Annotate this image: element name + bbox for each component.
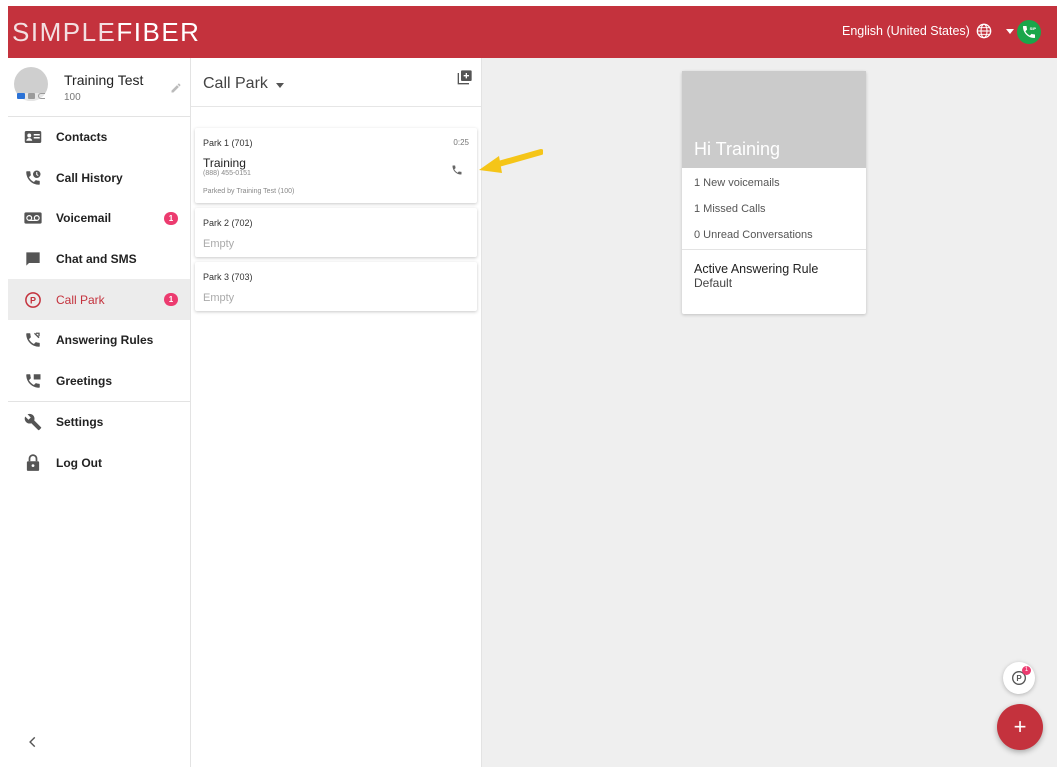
welcome-banner: Hi Training — [682, 71, 866, 168]
phone-presence-icon — [38, 93, 45, 99]
chevron-down-icon — [275, 82, 284, 88]
missed-calls-summary[interactable]: 1 Missed Calls — [682, 196, 866, 222]
app-frame: SIMPLEFIBER English (United States) SIP … — [8, 6, 1057, 767]
sidebar-item-label: Call History — [56, 170, 123, 185]
chevron-down-icon — [1005, 28, 1014, 34]
park-fab-badge: 1 — [1022, 666, 1031, 675]
park-list: Park 1 (701) 0:25 Training (888) 455-015… — [195, 128, 477, 316]
park-slot-label: Park 1 (701) — [203, 138, 253, 148]
logo-bold-text: FIBER — [116, 17, 201, 47]
language-label: English (United States) — [842, 24, 970, 38]
profile-name: Training Test — [64, 72, 144, 88]
chat-bubble-icon — [24, 250, 42, 268]
pencil-icon[interactable] — [170, 82, 182, 94]
sidebar-item-call-history[interactable]: Call History — [8, 158, 190, 199]
user-profile[interactable]: Training Test 100 — [8, 58, 190, 117]
lock-icon — [24, 454, 42, 472]
voicemail-summary[interactable]: 1 New voicemails — [682, 170, 866, 196]
contact-card-icon — [24, 128, 42, 146]
unread-conversations-summary[interactable]: 0 Unread Conversations — [682, 222, 866, 248]
park-icon: P — [24, 291, 42, 309]
sidebar-item-logout[interactable]: Log Out — [8, 443, 190, 484]
phone-forward-icon — [24, 331, 42, 349]
sidebar: Training Test 100 Contacts Call History … — [8, 58, 191, 767]
park-slot-status: Empty — [203, 238, 235, 250]
sidebar-item-label: Voicemail — [56, 211, 112, 226]
wrench-icon — [24, 413, 42, 431]
svg-text:P: P — [1016, 674, 1022, 683]
panel-title: Call Park — [203, 75, 268, 92]
active-rule-title: Active Answering Rule — [694, 262, 819, 276]
profile-extension: 100 — [64, 92, 81, 103]
park-timer: 0:25 — [453, 138, 469, 147]
pickup-phone-icon[interactable] — [451, 164, 463, 176]
sidebar-item-label: Chat and SMS — [56, 252, 137, 267]
voicemail-count-badge: 1 — [164, 212, 178, 226]
park-slot-card[interactable]: Park 1 (701) 0:25 Training (888) 455-015… — [195, 128, 477, 203]
sidebar-item-call-park[interactable]: P Call Park 1 — [8, 279, 190, 320]
chat-presence-icon — [17, 93, 25, 99]
sidebar-item-settings[interactable]: Settings — [8, 402, 190, 443]
sidebar-item-label: Contacts — [56, 130, 108, 145]
park-slot-card[interactable]: Park 2 (702) Empty — [195, 208, 477, 257]
sidebar-item-label: Log Out — [56, 456, 102, 471]
user-presence-icon — [28, 93, 35, 99]
panel-title-dropdown[interactable]: Call Park — [203, 75, 284, 93]
sidebar-item-label: Greetings — [56, 373, 113, 388]
active-rule-value: Default — [694, 276, 733, 290]
park-slot-card[interactable]: Park 3 (703) Empty — [195, 262, 477, 311]
sidebar-item-contacts[interactable]: Contacts — [8, 117, 190, 158]
presence-indicators — [17, 93, 45, 99]
sidebar-item-label: Answering Rules — [56, 333, 154, 348]
sidebar-nav: Contacts Call History Voicemail 1 Chat a… — [8, 117, 190, 483]
call-park-panel: Call Park Park 1 (701) 0:25 Training (88… — [191, 58, 482, 767]
parked-by-text: Parked by Training Test (100) — [203, 188, 295, 195]
chevron-left-icon[interactable] — [26, 735, 40, 749]
sidebar-item-chat-sms[interactable]: Chat and SMS — [8, 239, 190, 280]
greeting-text: Hi Training — [694, 139, 781, 159]
greeting-phone-icon — [24, 372, 42, 390]
call-park-count-badge: 1 — [164, 293, 178, 307]
phone-sip-icon: SIP — [1023, 26, 1037, 38]
call-park-fab[interactable]: P 1 — [1003, 662, 1035, 694]
sidebar-item-label: Call Park — [56, 292, 105, 307]
parked-caller-name: Training — [203, 156, 246, 170]
sip-phone-button[interactable]: SIP — [1017, 20, 1041, 44]
call-history-icon — [24, 169, 42, 187]
sidebar-item-greetings[interactable]: Greetings — [8, 361, 190, 402]
park-slot-status: Empty — [203, 292, 235, 304]
parked-caller-number: (888) 455-0151 — [203, 170, 251, 177]
logo-light-text: SIMPLE — [12, 17, 117, 47]
svg-text:SIP: SIP — [1030, 26, 1037, 31]
sidebar-item-voicemail[interactable]: Voicemail 1 — [8, 198, 190, 239]
panel-header: Call Park — [191, 58, 481, 107]
svg-text:P: P — [30, 295, 36, 305]
voicemail-icon — [24, 209, 42, 227]
add-fab-button[interactable]: + — [997, 704, 1043, 750]
sidebar-item-answering-rules[interactable]: Answering Rules — [8, 320, 190, 361]
globe-icon — [976, 23, 992, 39]
divider — [682, 249, 866, 250]
add-park-icon[interactable] — [457, 69, 473, 85]
language-selector[interactable]: English (United States) — [842, 23, 1014, 39]
welcome-card: Hi Training 1 New voicemails 1 Missed Ca… — [682, 71, 866, 314]
park-slot-label: Park 3 (703) — [203, 272, 253, 282]
highlight-arrow-icon — [479, 149, 543, 173]
top-header: SIMPLEFIBER English (United States) SIP — [8, 6, 1057, 58]
sidebar-item-label: Settings — [56, 415, 104, 430]
brand-logo: SIMPLEFIBER — [12, 17, 200, 48]
park-slot-label: Park 2 (702) — [203, 218, 253, 228]
